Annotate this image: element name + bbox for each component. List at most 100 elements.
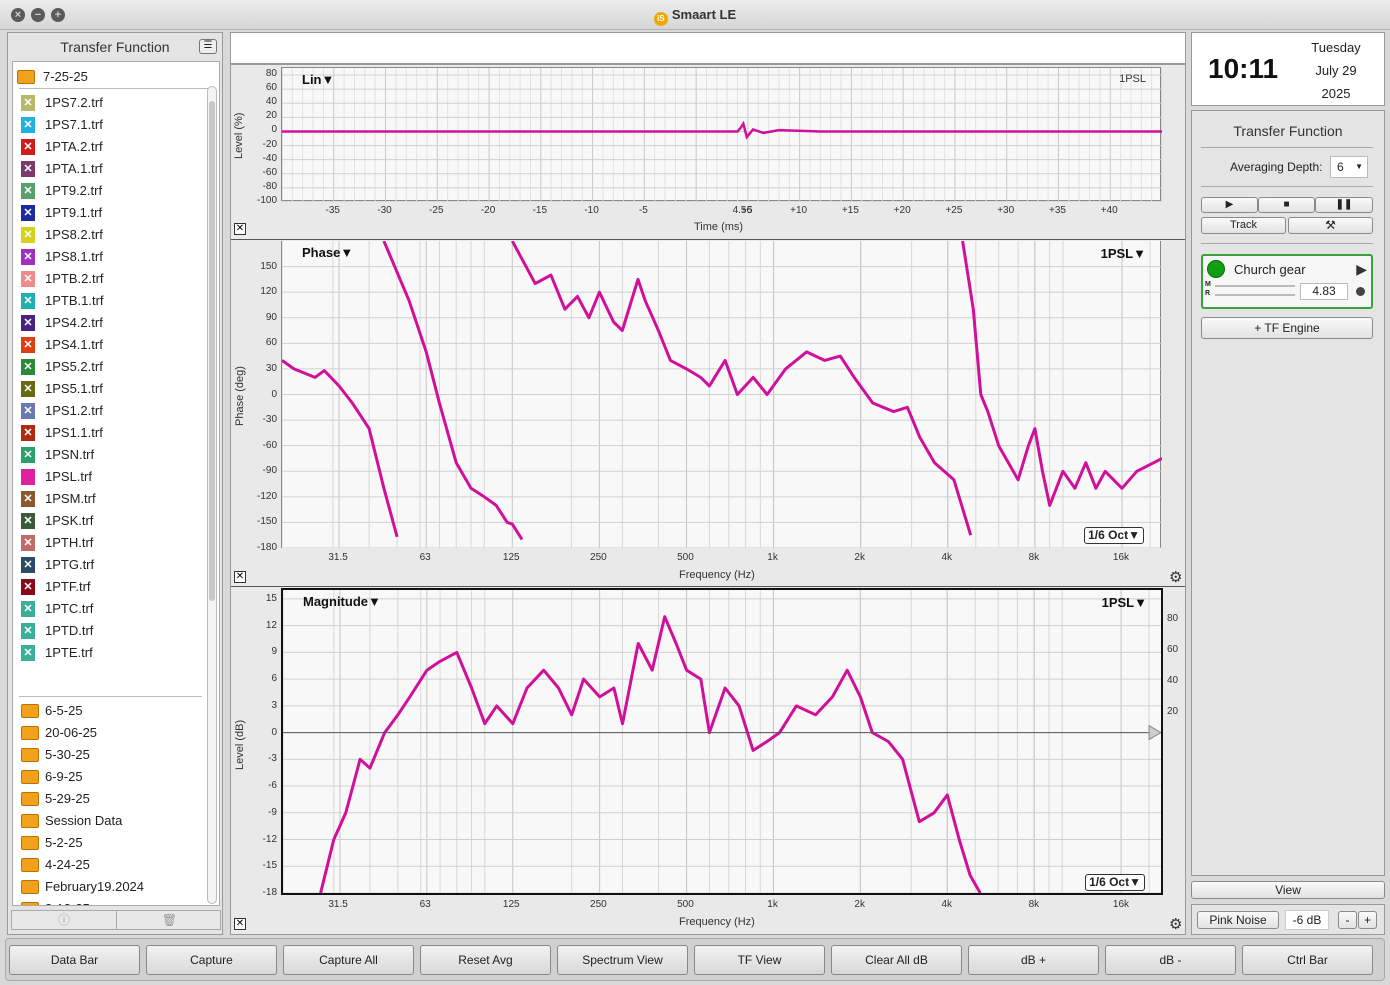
magnitude-y-tick: 0 (271, 726, 277, 738)
play-button[interactable]: ▶ (1201, 197, 1258, 213)
file-item[interactable]: ✕ 1PS4.2.trf (13, 312, 203, 334)
file-item[interactable]: ✕ 1PTC.trf (13, 598, 203, 620)
file-item[interactable]: ✕ 1PS4.1.trf (13, 334, 203, 356)
track-button[interactable]: Track (1201, 217, 1286, 234)
file-item[interactable]: ✕ 1PTF.trf (13, 576, 203, 598)
bottom-button-ctrl-bar[interactable]: Ctrl Bar (1242, 945, 1373, 975)
bottom-button-reset-avg[interactable]: Reset Avg (420, 945, 551, 975)
phase-plot[interactable]: Phase▼ 1PSL▼ 1/6 Oct▼ (281, 241, 1162, 548)
file-item[interactable]: ✕ 1PTB.1.trf (13, 290, 203, 312)
noise-level-value[interactable]: -6 dB (1285, 910, 1329, 930)
engine-status-icon[interactable] (1207, 260, 1225, 278)
phase-smoothing-button[interactable]: 1/6 Oct▼ (1084, 527, 1144, 544)
pink-noise-button[interactable]: Pink Noise (1197, 911, 1279, 929)
pause-button[interactable]: ❚❚ (1315, 197, 1373, 213)
file-item[interactable]: 1PSL.trf (13, 466, 203, 488)
folder-name: 5-2-25 (45, 835, 83, 850)
close-impulse-button[interactable]: ✕ (234, 223, 246, 235)
phase-trace-selector[interactable]: 1PSL▼ (1101, 246, 1146, 261)
file-item[interactable]: ✕ 1PTA.2.trf (13, 136, 203, 158)
magnitude-svg (283, 590, 1161, 893)
impulse-mode-label[interactable]: Lin▼ (302, 72, 334, 87)
magnitude-y-tick: -9 (268, 806, 277, 818)
reference-marker-icon[interactable] (1148, 724, 1161, 741)
file-name: 1PTH.trf (45, 535, 94, 550)
view-button[interactable]: View (1191, 881, 1385, 899)
folder-item[interactable]: 5-2-25 (13, 832, 203, 854)
info-icon[interactable]: ⓘ (12, 911, 117, 929)
magnitude-plot[interactable]: Magnitude▼ 1PSL▼ 1/6 Oct▼ (281, 588, 1163, 895)
sidebar-menu-button[interactable]: ☰ (199, 39, 217, 54)
folder-item[interactable]: 20-06-25 (13, 722, 203, 744)
trf-file-icon: ✕ (21, 95, 35, 111)
magnitude-y-tick: -15 (262, 860, 277, 872)
stop-button[interactable]: ■ (1258, 197, 1315, 213)
averaging-depth-select[interactable]: 6 ▼ (1330, 156, 1368, 178)
impulse-y-tick: 40 (265, 96, 277, 108)
level-down-button[interactable]: - (1338, 911, 1357, 929)
level-up-button[interactable]: + (1358, 911, 1377, 929)
folder-open-7-25-25[interactable]: 7-25-25 (13, 66, 203, 88)
tools-button[interactable]: ⚒ (1288, 217, 1373, 234)
scrollbar-thumb[interactable] (209, 101, 215, 601)
file-item[interactable]: ✕ 1PS7.1.trf (13, 114, 203, 136)
file-item[interactable]: ✕ 1PTD.trf (13, 620, 203, 642)
folder-item[interactable]: 5-30-25 (13, 744, 203, 766)
folder-item[interactable]: February19.2024 (13, 876, 203, 898)
phase-settings-gear-icon[interactable]: ⚙ (1169, 568, 1182, 586)
impulse-plot[interactable]: Lin▼ 1PSL (281, 67, 1162, 202)
close-magnitude-button[interactable]: ✕ (234, 918, 246, 930)
bottom-button-data-bar[interactable]: Data Bar (9, 945, 140, 975)
folder-item[interactable]: 6-9-25 (13, 766, 203, 788)
bottom-button-clear-all-db[interactable]: Clear All dB (831, 945, 962, 975)
bottom-button-db[interactable]: dB - (1105, 945, 1236, 975)
magnitude-settings-gear-icon[interactable]: ⚙ (1169, 915, 1182, 933)
file-item[interactable]: ✕ 1PSK.trf (13, 510, 203, 532)
file-item[interactable]: ✕ 1PT9.2.trf (13, 180, 203, 202)
file-item[interactable]: ✕ 1PTA.1.trf (13, 158, 203, 180)
close-phase-button[interactable]: ✕ (234, 571, 246, 583)
file-item[interactable]: ✕ 1PTE.trf (13, 642, 203, 664)
add-tf-engine-button[interactable]: + TF Engine (1201, 317, 1373, 339)
folder-label: 7-25-25 (43, 69, 88, 84)
bottom-button-capture-all[interactable]: Capture All (283, 945, 414, 975)
record-icon[interactable] (1356, 287, 1365, 296)
tf-engine-card[interactable]: Church gear ▶ M R 4.83 (1201, 254, 1373, 309)
engine-name[interactable]: Church gear (1234, 262, 1306, 277)
file-item[interactable]: ✕ 1PTB.2.trf (13, 268, 203, 290)
folder-item[interactable]: 4-24-25 (13, 854, 203, 876)
magnitude-mode-label[interactable]: Magnitude▼ (303, 594, 381, 609)
folder-name: 4-24-25 (45, 857, 90, 872)
folder-item[interactable]: 3-13-25 (13, 898, 203, 905)
folder-item[interactable]: 6-5-25 (13, 700, 203, 722)
folder-item[interactable]: Session Data (13, 810, 203, 832)
magnitude-trace-selector[interactable]: 1PSL▼ (1102, 595, 1147, 610)
file-item[interactable]: ✕ 1PS8.2.trf (13, 224, 203, 246)
file-item[interactable]: ✕ 1PSN.trf (13, 444, 203, 466)
file-item[interactable]: ✕ 1PTH.trf (13, 532, 203, 554)
bottom-button-tf-view[interactable]: TF View (694, 945, 825, 975)
bottom-button-spectrum-view[interactable]: Spectrum View (557, 945, 688, 975)
file-item[interactable]: ✕ 1PS1.2.trf (13, 400, 203, 422)
file-item[interactable]: ✕ 1PTG.trf (13, 554, 203, 576)
magnitude-smoothing-button[interactable]: 1/6 Oct▼ (1085, 874, 1145, 891)
trash-icon[interactable]: 🗑 (117, 911, 222, 929)
folder-item[interactable]: 5-29-25 (13, 788, 203, 810)
trf-file-icon: ✕ (21, 491, 35, 507)
file-item[interactable]: ✕ 1PS5.2.trf (13, 356, 203, 378)
bottom-button-db[interactable]: dB + (968, 945, 1099, 975)
engine-play-icon[interactable]: ▶ (1356, 261, 1367, 278)
file-item[interactable]: ✕ 1PS8.1.trf (13, 246, 203, 268)
phase-mode-label[interactable]: Phase▼ (302, 245, 353, 260)
file-item[interactable]: ✕ 1PSM.trf (13, 488, 203, 510)
file-list[interactable]: 7-25-25 ✕ 1PS7.2.trf ✕ 1PS7.1.trf ✕ 1PTA.2.tr… (12, 61, 220, 906)
sidebar-footer: ⓘ 🗑 (11, 910, 221, 930)
file-item[interactable]: ✕ 1PS5.1.trf (13, 378, 203, 400)
file-item[interactable]: ✕ 1PT9.1.trf (13, 202, 203, 224)
delay-value[interactable]: 4.83 (1300, 283, 1348, 300)
file-item[interactable]: ✕ 1PS1.1.trf (13, 422, 203, 444)
bottom-button-capture[interactable]: Capture (146, 945, 277, 975)
impulse-x-tick: +10 (790, 205, 808, 216)
sidebar-scrollbar[interactable] (207, 86, 217, 904)
file-item[interactable]: ✕ 1PS7.2.trf (13, 92, 203, 114)
